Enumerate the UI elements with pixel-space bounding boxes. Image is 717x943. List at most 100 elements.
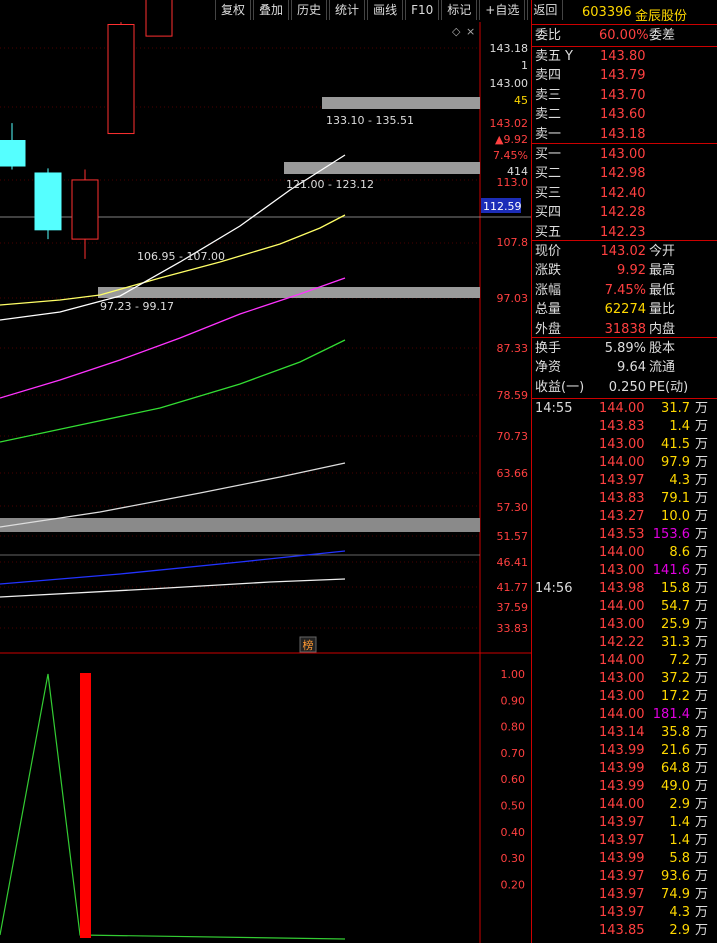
stat-label2: 内盘 <box>649 321 676 337</box>
tick-row: 143.14 35.8 万 <box>532 723 717 742</box>
tick-row: 143.00 37.2 万 <box>532 669 717 688</box>
tick-unit: 万 <box>694 563 708 578</box>
ask-row: 卖一 143.18 <box>532 125 717 144</box>
tick-price: 143.00 <box>599 689 645 704</box>
toolbar-button[interactable]: F10 <box>405 0 440 20</box>
tick-row: 143.97 93.6 万 <box>532 867 717 886</box>
price-tick: 97.03 <box>497 292 529 305</box>
tick-volume: 15.8 <box>661 581 690 596</box>
tick-unit: 万 <box>694 401 708 416</box>
stat-row: 涨跌 9.92 最高 <box>532 261 717 280</box>
ask-label: 卖四 <box>535 68 562 84</box>
stat-label2: 最低 <box>649 282 676 298</box>
tick-price: 144.00 <box>599 401 645 416</box>
tick-volume: 25.9 <box>661 617 690 632</box>
tick-volume: 54.7 <box>661 599 690 614</box>
tick-unit: 万 <box>694 491 708 506</box>
tick-row: 143.00 25.9 万 <box>532 615 717 634</box>
tick-unit: 万 <box>694 707 708 722</box>
tick-volume: 79.1 <box>661 491 690 506</box>
ask-row: 卖四 143.79 <box>532 66 717 85</box>
tick-unit: 万 <box>694 725 708 740</box>
tick-row: 143.99 49.0 万 <box>532 777 717 796</box>
toolbar-button[interactable]: 统计 <box>329 0 366 20</box>
price-tick: 112.59 <box>483 200 522 213</box>
tick-row: 144.00 181.4 万 <box>532 705 717 724</box>
stat-value: 0.250 <box>608 379 646 395</box>
bid-price: 142.28 <box>600 205 646 221</box>
kline-chart[interactable]: 133.10 - 135.51 121.00 - 123.12 106.95 - 1… <box>0 0 531 943</box>
stat-label: 现价 <box>535 244 562 259</box>
tick-price: 143.00 <box>599 671 645 686</box>
bang-marker: 榜 <box>303 638 314 652</box>
stat-label: 涨幅 <box>535 282 562 298</box>
tick-row: 144.00 97.9 万 <box>532 453 717 472</box>
toolbar-button[interactable]: +自选 <box>479 0 526 20</box>
price-tick: 63.66 <box>497 467 529 480</box>
stat-label: 总量 <box>535 302 562 318</box>
candle-body <box>71 179 99 240</box>
stat-label2: 量比 <box>649 302 676 318</box>
tick-price: 142.22 <box>599 635 645 650</box>
zone-label: 106.95 - 107.00 <box>137 250 225 263</box>
toolbar-button[interactable]: 叠加 <box>253 0 290 20</box>
stat-label: 换手 <box>535 341 562 356</box>
tick-volume: 8.6 <box>669 545 690 560</box>
stat-label: 涨跌 <box>535 263 562 279</box>
stat-row: 换手 5.89% 股本 <box>532 339 717 358</box>
toolbar-button[interactable]: 标记 <box>441 0 478 20</box>
bid-price: 143.00 <box>600 147 646 162</box>
tick-unit: 万 <box>694 833 708 848</box>
toolbar-button[interactable]: 复权 <box>215 0 252 20</box>
toolbar-button[interactable]: 画线 <box>367 0 404 20</box>
stat-label: 收益(一) <box>535 379 585 395</box>
zone-label: 121.00 - 123.12 <box>286 178 374 191</box>
ask-label: 卖五 <box>535 49 562 64</box>
tick-row: 143.99 21.6 万 <box>532 741 717 760</box>
price-tick: 87.33 <box>497 342 529 355</box>
tick-price: 143.14 <box>599 725 645 740</box>
tick-row: 143.97 4.3 万 <box>532 903 717 922</box>
indicator-tick: 0.20 <box>501 878 526 891</box>
tick-unit: 万 <box>694 509 708 524</box>
tick-unit: 万 <box>694 761 708 776</box>
tick-volume: 181.4 <box>652 707 690 722</box>
tick-row: 144.00 8.6 万 <box>532 543 717 562</box>
price-tick: 33.83 <box>497 622 529 635</box>
price-tick: 143.00 <box>490 77 529 90</box>
price-tick: 78.59 <box>497 389 529 402</box>
price-tick: ▲9.92 <box>495 133 528 146</box>
tick-time: 14:55 <box>535 401 573 416</box>
stat-label: 净资 <box>535 360 562 376</box>
weibi-label: 委比 <box>535 28 562 43</box>
tick-unit: 万 <box>694 851 708 866</box>
tick-volume: 97.9 <box>661 455 690 470</box>
bid-row: 买三 142.40 <box>532 184 717 203</box>
quote-panel: 603396 金辰股份 委比 60.00% 委差 卖五 Y 143.80 卖四 143.… <box>531 0 717 943</box>
zone-bar <box>98 287 480 298</box>
tick-unit: 万 <box>694 743 708 758</box>
toolbar-button[interactable]: 历史 <box>291 0 328 20</box>
tick-unit: 万 <box>694 617 708 632</box>
tick-unit: 万 <box>694 437 708 452</box>
zone-label: 97.23 - 99.17 <box>100 300 174 313</box>
price-tick: 41.77 <box>497 581 529 594</box>
stock-name: 金辰股份 <box>635 9 688 24</box>
stat-label2: 今开 <box>649 244 676 259</box>
tick-price: 143.83 <box>599 419 645 434</box>
ask-row: 卖三 143.70 <box>532 86 717 105</box>
ask-price: 143.18 <box>600 126 646 142</box>
price-tick: 70.73 <box>497 430 529 443</box>
tick-volume: 153.6 <box>652 527 690 542</box>
stat-row: 涨幅 7.45% 最低 <box>532 281 717 300</box>
tick-volume: 21.6 <box>661 743 690 758</box>
tick-unit: 万 <box>694 599 708 614</box>
indicator-tick: 1.00 <box>501 668 526 681</box>
tick-price: 144.00 <box>599 455 645 470</box>
indicator-tick: 0.90 <box>501 694 526 707</box>
tick-price: 143.83 <box>599 491 645 506</box>
tick-price: 143.99 <box>599 761 645 776</box>
zone-bar <box>0 518 480 532</box>
stat-label2: 最高 <box>649 263 676 279</box>
tick-price: 143.98 <box>599 581 645 596</box>
